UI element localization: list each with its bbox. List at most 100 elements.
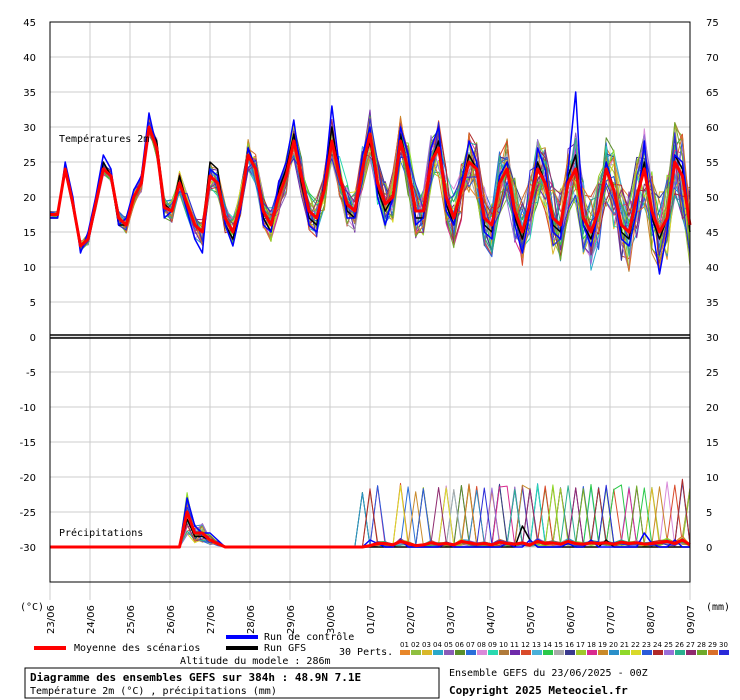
pert-legend-number: 10 xyxy=(499,641,508,649)
pert-legend-swatch xyxy=(620,650,630,655)
right-unit-label: (mm) xyxy=(706,602,730,613)
date-tick-label: 02/07 xyxy=(406,605,417,634)
pert-legend-swatch xyxy=(466,650,476,655)
pert-legend-swatch xyxy=(543,650,553,655)
legend-control-label: Run de contrôle xyxy=(264,631,354,643)
date-tick-label: 26/06 xyxy=(166,605,177,634)
date-tick-label: 23/06 xyxy=(46,605,57,634)
pert-legend-number: 09 xyxy=(488,641,497,649)
pert-legend-number: 03 xyxy=(422,641,431,649)
right-tick-label: 40 xyxy=(706,263,719,274)
pert-legend-number: 01 xyxy=(400,641,409,649)
legend-mean-label: Moyenne des scénarios xyxy=(74,642,200,654)
right-tick-label: 35 xyxy=(706,298,719,309)
right-tick-label: 60 xyxy=(706,123,719,134)
left-tick-label: -5 xyxy=(26,368,36,379)
pert-legend-swatch xyxy=(686,650,696,655)
date-tick-label: 03/07 xyxy=(446,605,457,634)
left-tick-label: 30 xyxy=(23,123,36,134)
date-tick-label: 07/07 xyxy=(606,605,617,634)
date-tick-label: 04/07 xyxy=(486,605,497,634)
pert-legend-swatch xyxy=(411,650,421,655)
right-tick-label: 15 xyxy=(706,438,719,449)
pert-legend-swatch xyxy=(642,650,652,655)
date-tick-label: 05/07 xyxy=(526,605,537,634)
pert-legend-swatch xyxy=(631,650,641,655)
right-tick-label: 0 xyxy=(706,543,712,554)
pert-legend-swatch xyxy=(719,650,729,655)
gefs-ensemble-chart: 45 7540 7035 6530 6025 5520 5015 4510 405 350 30-5… xyxy=(0,0,740,700)
left-tick-label: -25 xyxy=(20,508,36,519)
pert-legend-number: 24 xyxy=(653,641,662,649)
pert-legend-swatch xyxy=(675,650,685,655)
left-unit-label: (°C) xyxy=(20,602,44,613)
pert-legend-number: 22 xyxy=(631,641,640,649)
pert-legend-number: 18 xyxy=(587,641,596,649)
pert-legend-number: 14 xyxy=(543,641,552,649)
pert-legend-swatch xyxy=(455,650,465,655)
left-tick-label: 10 xyxy=(23,263,36,274)
pert-legend-swatch xyxy=(477,650,487,655)
date-tick-label: 29/06 xyxy=(286,605,297,634)
left-tick-label: -15 xyxy=(20,438,36,449)
pert-legend-number: 04 xyxy=(433,641,442,649)
left-tick-label: 25 xyxy=(23,158,36,169)
legend-perts-label: 30 Perts. xyxy=(339,647,393,658)
pert-legend-swatch xyxy=(697,650,707,655)
left-tick-label: -30 xyxy=(20,543,36,554)
temperature-label: Températures 2m xyxy=(59,133,149,145)
right-tick-label: 70 xyxy=(706,53,719,64)
pert-legend-number: 16 xyxy=(565,641,574,649)
date-tick-label: 06/07 xyxy=(566,605,577,634)
pert-legend-swatch xyxy=(499,650,509,655)
copyright-label: Copyright 2025 Meteociel.fr xyxy=(449,684,628,697)
pert-legend-number: 11 xyxy=(510,641,519,649)
pert-legend-number: 06 xyxy=(455,641,464,649)
date-tick-label: 01/07 xyxy=(366,605,377,634)
pert-legend-swatch xyxy=(587,650,597,655)
pert-legend-number: 30 xyxy=(719,641,728,649)
pert-legend-swatch xyxy=(521,650,531,655)
pert-legend-swatch xyxy=(422,650,432,655)
pert-legend-swatch xyxy=(653,650,663,655)
pert-legend-swatch xyxy=(708,650,718,655)
date-tick-label: 09/07 xyxy=(686,605,697,634)
right-tick-label: 45 xyxy=(706,228,719,239)
pert-legend-number: 13 xyxy=(532,641,541,649)
right-tick-label: 55 xyxy=(706,158,719,169)
right-tick-label: 30 xyxy=(706,333,719,344)
pert-legend-number: 12 xyxy=(521,641,530,649)
left-tick-label: 35 xyxy=(23,88,36,99)
pert-legend-swatch xyxy=(576,650,586,655)
pert-legend-swatch xyxy=(554,650,564,655)
chart-subtitle: Température 2m (°C) , précipitations (mm… xyxy=(30,685,277,697)
pert-legend-swatch xyxy=(565,650,575,655)
pert-legend-number: 20 xyxy=(609,641,618,649)
left-tick-label: -10 xyxy=(20,403,36,414)
pert-legend-swatch xyxy=(433,650,443,655)
left-tick-label: 20 xyxy=(23,193,36,204)
date-tick-label: 30/06 xyxy=(326,605,337,634)
pert-legend-swatch xyxy=(609,650,619,655)
precipitation-label: Précipitations xyxy=(59,527,143,539)
date-tick-label: 24/06 xyxy=(86,605,97,634)
right-tick-label: 20 xyxy=(706,403,719,414)
right-tick-label: 75 xyxy=(706,18,719,29)
right-tick-label: 25 xyxy=(706,368,719,379)
pert-legend-swatch xyxy=(664,650,674,655)
pert-legend-swatch xyxy=(400,650,410,655)
altitude-label: Altitude du modele : 286m xyxy=(180,656,331,667)
pert-legend-number: 17 xyxy=(576,641,585,649)
pert-legend-swatch xyxy=(488,650,498,655)
chart-title: Diagramme des ensembles GEFS sur 384h : … xyxy=(30,671,361,684)
pert-legend-number: 08 xyxy=(477,641,486,649)
pert-legend-number: 07 xyxy=(466,641,475,649)
right-tick-label: 5 xyxy=(706,508,712,519)
pert-legend-number: 19 xyxy=(598,641,607,649)
left-tick-label: 15 xyxy=(23,228,36,239)
pert-legend-swatch xyxy=(598,650,608,655)
pert-legend-number: 27 xyxy=(686,641,695,649)
pert-legend-swatch xyxy=(510,650,520,655)
pert-legend-number: 25 xyxy=(664,641,673,649)
pert-legend-number: 29 xyxy=(708,641,717,649)
